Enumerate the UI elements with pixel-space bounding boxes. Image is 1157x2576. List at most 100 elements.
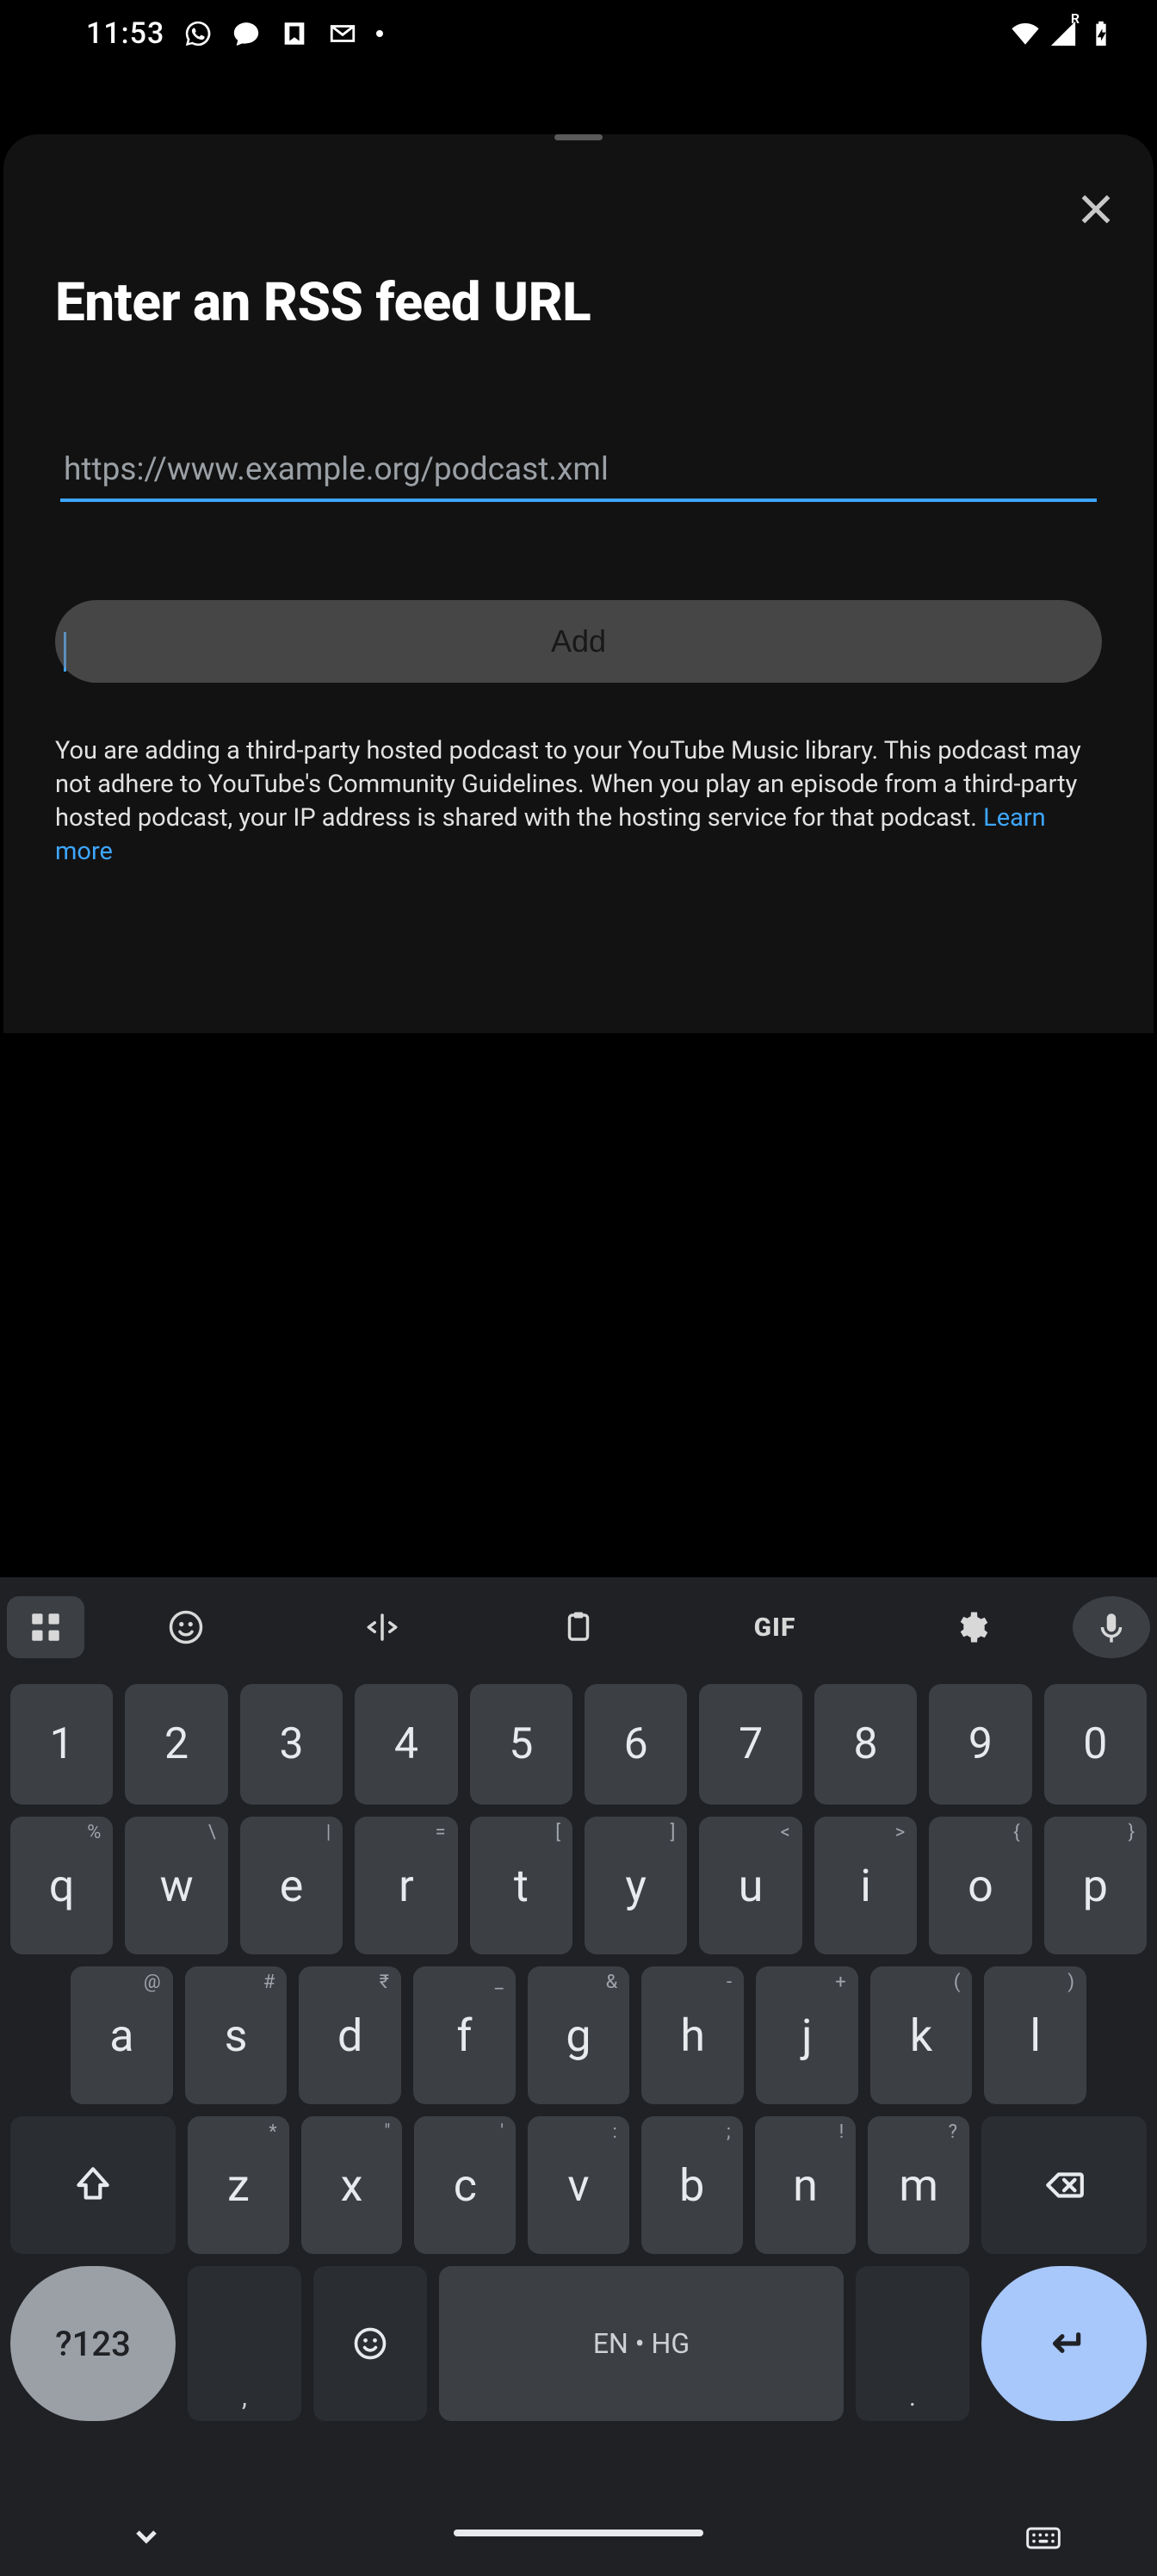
key-q[interactable]: %q bbox=[10, 1817, 113, 1954]
wifi-icon bbox=[1011, 19, 1040, 48]
key-label: n bbox=[793, 2159, 818, 2212]
key-1[interactable]: 1 bbox=[10, 1684, 113, 1805]
hide-keyboard-icon[interactable] bbox=[129, 2519, 164, 2554]
key-5[interactable]: 5 bbox=[470, 1684, 572, 1805]
key-l[interactable]: )l bbox=[984, 1966, 1086, 2104]
key-label: t bbox=[514, 1860, 529, 1912]
key-hint: | bbox=[326, 1822, 331, 1843]
key-n[interactable]: !n bbox=[755, 2116, 857, 2254]
key-label: o bbox=[968, 1860, 993, 1912]
key-hint: " bbox=[384, 2121, 390, 2143]
key-row-bottom: ?123 , EN • HG . bbox=[10, 2266, 1147, 2421]
key-w[interactable]: \w bbox=[125, 1817, 227, 1954]
keyboard-apps-icon[interactable] bbox=[7, 1596, 84, 1658]
key-hint: ; bbox=[727, 2121, 731, 2143]
key-label: y bbox=[625, 1860, 647, 1912]
key-hint: [ bbox=[555, 1822, 560, 1843]
more-notifications-dot bbox=[376, 30, 383, 37]
key-hint: + bbox=[835, 1972, 845, 1993]
key-d[interactable]: ₹d bbox=[299, 1966, 401, 2104]
key-hint: ' bbox=[500, 2121, 504, 2143]
key-hint: } bbox=[1129, 1822, 1135, 1843]
key-label: c bbox=[454, 2159, 477, 2212]
key-label: u bbox=[739, 1860, 764, 1912]
key-j[interactable]: +j bbox=[756, 1966, 858, 2104]
whatsapp-icon bbox=[183, 19, 213, 48]
voice-input-icon[interactable] bbox=[1073, 1596, 1150, 1658]
key-label: w bbox=[160, 1860, 194, 1912]
key-space[interactable]: EN • HG bbox=[439, 2266, 844, 2421]
gesture-pill[interactable] bbox=[454, 2530, 703, 2536]
emoji-picker-icon[interactable] bbox=[88, 1596, 284, 1658]
comma-hint: , bbox=[188, 2382, 301, 2412]
key-u[interactable]: <u bbox=[699, 1817, 801, 1954]
key-y[interactable]: ]y bbox=[585, 1817, 687, 1954]
key-t[interactable]: [t bbox=[470, 1817, 572, 1954]
key-label: p bbox=[1083, 1860, 1108, 1912]
key-label: z bbox=[227, 2159, 250, 2212]
key-hint: ] bbox=[671, 1822, 676, 1843]
cell-signal-icon: R bbox=[1049, 19, 1078, 48]
key-row-z: *z "x 'c :v ;b !n ?m bbox=[10, 2116, 1147, 2254]
key-x[interactable]: "x bbox=[301, 2116, 403, 2254]
key-symbols[interactable]: ?123 bbox=[10, 2266, 176, 2421]
key-hint: # bbox=[263, 1972, 275, 1993]
sheet-drag-handle[interactable] bbox=[554, 134, 603, 140]
key-label: d bbox=[337, 2009, 362, 2062]
key-p[interactable]: }p bbox=[1044, 1817, 1147, 1954]
key-3[interactable]: 3 bbox=[240, 1684, 343, 1805]
key-period[interactable]: . bbox=[856, 2266, 969, 2421]
key-r[interactable]: =r bbox=[355, 1817, 457, 1954]
key-z[interactable]: *z bbox=[188, 2116, 289, 2254]
switch-keyboard-icon[interactable] bbox=[1024, 2519, 1062, 2557]
key-label: j bbox=[801, 2009, 812, 2062]
gmail-icon bbox=[328, 19, 357, 48]
key-0[interactable]: 0 bbox=[1044, 1684, 1147, 1805]
key-hint: ? bbox=[949, 2121, 957, 2143]
close-button[interactable] bbox=[1074, 188, 1117, 231]
key-backspace[interactable] bbox=[981, 2116, 1147, 2254]
bookmark-square-icon bbox=[280, 19, 309, 48]
key-enter[interactable] bbox=[981, 2266, 1147, 2421]
gif-button[interactable]: GIF bbox=[677, 1596, 873, 1658]
key-hint: @ bbox=[144, 1972, 161, 1993]
key-v[interactable]: :v bbox=[528, 2116, 629, 2254]
key-k[interactable]: (k bbox=[870, 1966, 973, 2104]
key-9[interactable]: 9 bbox=[929, 1684, 1031, 1805]
key-8[interactable]: 8 bbox=[814, 1684, 917, 1805]
key-label: e bbox=[280, 1860, 304, 1912]
key-emoji[interactable] bbox=[313, 2266, 427, 2421]
key-2[interactable]: 2 bbox=[125, 1684, 227, 1805]
key-comma[interactable]: , bbox=[188, 2266, 301, 2421]
keyboard-settings-icon[interactable] bbox=[873, 1596, 1069, 1658]
key-b[interactable]: ;b bbox=[641, 2116, 743, 2254]
key-label: l bbox=[1030, 2009, 1041, 2062]
status-bar: 11:53 R bbox=[0, 0, 1157, 67]
key-e[interactable]: |e bbox=[240, 1817, 343, 1954]
key-o[interactable]: {o bbox=[929, 1817, 1031, 1954]
key-label: a bbox=[109, 2009, 133, 2062]
key-row-a: @a #s ₹d _f &g -h +j (k )l bbox=[10, 1966, 1147, 2104]
key-f[interactable]: _f bbox=[413, 1966, 516, 2104]
key-label: g bbox=[566, 2009, 591, 2062]
key-a[interactable]: @a bbox=[71, 1966, 173, 2104]
key-h[interactable]: -h bbox=[641, 1966, 744, 2104]
gif-label: GIF bbox=[754, 1613, 796, 1643]
system-nav-bar bbox=[0, 2490, 1157, 2576]
key-6[interactable]: 6 bbox=[585, 1684, 687, 1805]
rss-url-input[interactable] bbox=[60, 451, 1097, 502]
key-shift[interactable] bbox=[10, 2116, 176, 2254]
key-hint: _ bbox=[495, 1972, 504, 1993]
key-hint: : bbox=[613, 2121, 617, 2143]
key-c[interactable]: 'c bbox=[414, 2116, 516, 2254]
key-g[interactable]: &g bbox=[528, 1966, 630, 2104]
clipboard-icon[interactable] bbox=[480, 1596, 677, 1658]
key-7[interactable]: 7 bbox=[699, 1684, 801, 1805]
key-4[interactable]: 4 bbox=[355, 1684, 457, 1805]
text-cursor-move-icon[interactable] bbox=[284, 1596, 480, 1658]
key-s[interactable]: #s bbox=[185, 1966, 288, 2104]
key-i[interactable]: >i bbox=[814, 1817, 917, 1954]
key-m[interactable]: ?m bbox=[868, 2116, 969, 2254]
key-hint: < bbox=[781, 1822, 790, 1843]
add-button[interactable]: Add bbox=[55, 600, 1102, 683]
